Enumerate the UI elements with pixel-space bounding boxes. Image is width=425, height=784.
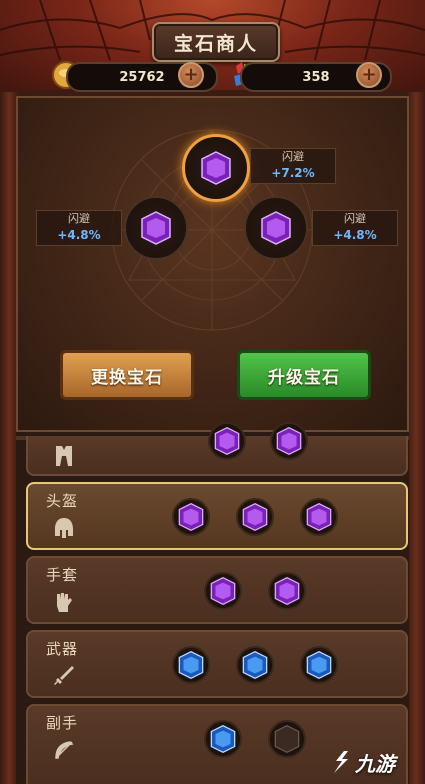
change-gem-button[interactable]: 更换宝石 [60, 350, 194, 400]
equipment-row-gloves[interactable]: 手套 [26, 556, 408, 624]
purple-gem-icon [242, 502, 268, 532]
stat-value: +4.8% [333, 228, 377, 242]
stat-value: +4.8% [57, 228, 101, 242]
weapon-gem-slot-1[interactable] [172, 646, 210, 684]
helmet-gem-slot-1[interactable] [172, 498, 210, 536]
purple-gem-icon [306, 502, 332, 532]
purple-gem-icon [214, 426, 240, 456]
blue-gem-icon [210, 724, 236, 754]
add-coins-button[interactable]: + [178, 62, 204, 88]
equipment-row-helmet[interactable]: 头盔 [26, 482, 408, 550]
purple-gem-icon [201, 151, 231, 185]
stat-name: 闪避 [344, 212, 366, 225]
glove-icon [57, 593, 72, 612]
stat-name: 闪避 [282, 150, 304, 163]
top-gem-slot[interactable] [182, 134, 250, 202]
blue-gem-icon [178, 650, 204, 680]
page-title: 宝石商人 [152, 22, 280, 62]
armor-gem-slot [208, 422, 246, 460]
blue-gem-icon [242, 650, 268, 680]
upgrade-gem-button[interactable]: 升级宝石 [237, 350, 371, 400]
offhand-gem-slot-2[interactable] [268, 720, 306, 758]
gloves-gem-slot-1[interactable] [204, 572, 242, 610]
row-label: 武器 [46, 640, 79, 658]
equipment-row-weapon[interactable]: 武器 [26, 630, 408, 698]
purple-gem-icon [276, 426, 302, 456]
blue-gem-icon [306, 650, 332, 680]
purple-gem-icon [178, 502, 204, 532]
purple-gem-icon [274, 576, 300, 606]
add-gems-button[interactable]: + [356, 62, 382, 88]
right-gem-slot[interactable] [244, 196, 308, 260]
weapon-gem-slot-2[interactable] [236, 646, 274, 684]
row-label: 头盔 [46, 492, 79, 510]
purple-gem-icon [210, 576, 236, 606]
armor-gem-slot [270, 422, 308, 460]
sword-icon [54, 666, 74, 685]
stat-name: 闪避 [68, 212, 90, 225]
watermark: 九游 [330, 744, 420, 780]
offhand-gem-slot-1[interactable] [204, 720, 242, 758]
gloves-gem-slot-2[interactable] [268, 572, 306, 610]
right-frame [407, 92, 425, 784]
watermark-logo-icon [334, 751, 348, 773]
top-stat-box: 闪避 +7.2% [250, 148, 336, 184]
armor-icon [56, 446, 72, 466]
row-label: 手套 [46, 566, 79, 584]
equipment-row-armor[interactable] [26, 422, 408, 476]
purple-gem-icon [141, 211, 171, 245]
coin-amount: 25762 [119, 69, 165, 85]
gem-amount: 358 [302, 69, 330, 85]
right-stat-box: 闪避 +4.8% [312, 210, 398, 246]
row-label: 副手 [46, 714, 79, 732]
watermark-text: 九游 [355, 751, 395, 776]
bow-icon [55, 741, 74, 759]
helmet-gem-slot-2[interactable] [236, 498, 274, 536]
left-gem-slot[interactable] [124, 196, 188, 260]
stat-value: +7.2% [271, 166, 315, 180]
helmet-gem-slot-3[interactable] [300, 498, 338, 536]
dark-gem-icon [274, 724, 300, 754]
purple-gem-icon [261, 211, 291, 245]
weapon-gem-slot-3[interactable] [300, 646, 338, 684]
helmet-icon [55, 518, 73, 538]
left-stat-box: 闪避 +4.8% [36, 210, 122, 246]
